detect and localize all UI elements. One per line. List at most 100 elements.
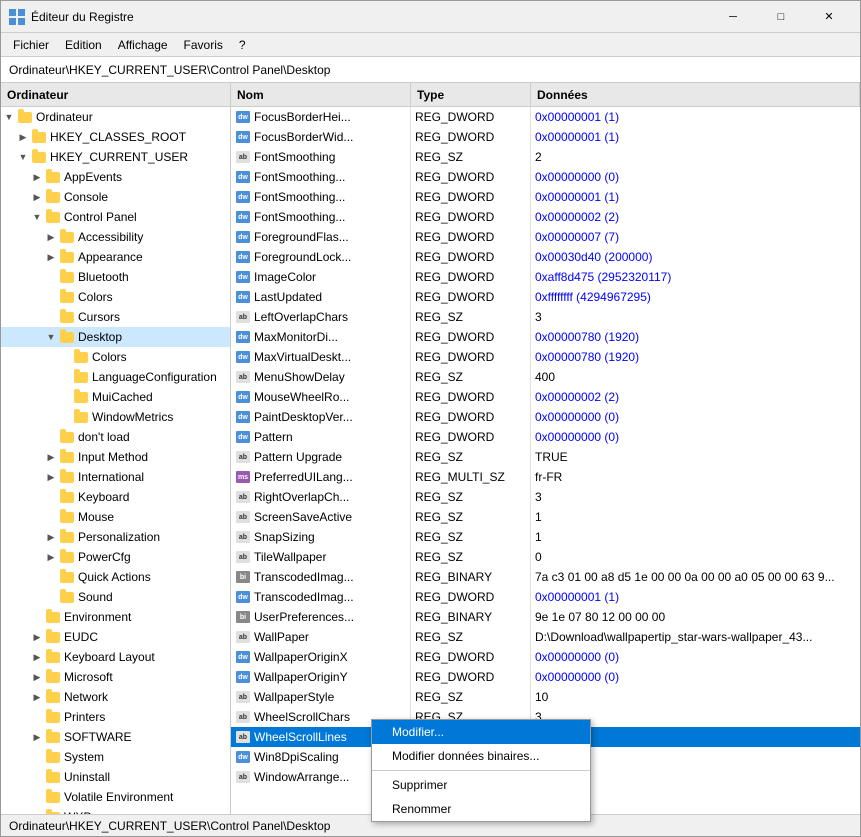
- col-header-type[interactable]: Type: [411, 83, 531, 106]
- minimize-button[interactable]: ─: [710, 1, 756, 33]
- tree-panel[interactable]: Ordinateur ▼Ordinateur▶HKEY_CLASSES_ROOT…: [1, 83, 231, 814]
- tree-expander-icon[interactable]: ▼: [29, 209, 45, 225]
- tree-expander-icon[interactable]: [57, 409, 73, 425]
- value-row[interactable]: ab WallpaperStyle REG_SZ 10: [231, 687, 860, 707]
- close-button[interactable]: ✕: [806, 1, 852, 33]
- tree-expander-icon[interactable]: [43, 489, 59, 505]
- tree-item[interactable]: ▶Accessibility: [1, 227, 230, 247]
- value-row[interactable]: dw WallpaperOriginY REG_DWORD 0x00000000…: [231, 667, 860, 687]
- context-menu-item[interactable]: Renommer: [372, 797, 590, 821]
- tree-item[interactable]: ▶AppEvents: [1, 167, 230, 187]
- value-row[interactable]: dw MouseWheelRo... REG_DWORD 0x00000002 …: [231, 387, 860, 407]
- tree-expander-icon[interactable]: [29, 609, 45, 625]
- tree-item[interactable]: MuiCached: [1, 387, 230, 407]
- tree-expander-icon[interactable]: [57, 349, 73, 365]
- tree-item[interactable]: ▶Microsoft: [1, 667, 230, 687]
- tree-item[interactable]: Sound: [1, 587, 230, 607]
- tree-expander-icon[interactable]: ▼: [1, 109, 17, 125]
- tree-item[interactable]: ▼HKEY_CURRENT_USER: [1, 147, 230, 167]
- tree-expander-icon[interactable]: ▶: [43, 549, 59, 565]
- tree-expander-icon[interactable]: [43, 509, 59, 525]
- value-row[interactable]: dw FontSmoothing... REG_DWORD 0x00000001…: [231, 187, 860, 207]
- tree-item[interactable]: WindowMetrics: [1, 407, 230, 427]
- tree-expander-icon[interactable]: ▶: [43, 469, 59, 485]
- tree-item[interactable]: ▼Control Panel: [1, 207, 230, 227]
- tree-item[interactable]: don't load: [1, 427, 230, 447]
- values-body[interactable]: dw FocusBorderHei... REG_DWORD 0x0000000…: [231, 107, 860, 814]
- tree-item[interactable]: ▶Appearance: [1, 247, 230, 267]
- tree-item[interactable]: ▶HKEY_CLASSES_ROOT: [1, 127, 230, 147]
- tree-expander-icon[interactable]: ▶: [29, 169, 45, 185]
- tree-expander-icon[interactable]: [29, 749, 45, 765]
- menu-fichier[interactable]: Fichier: [5, 36, 57, 54]
- tree-expander-icon[interactable]: ▶: [43, 229, 59, 245]
- value-row[interactable]: ab TileWallpaper REG_SZ 0: [231, 547, 860, 567]
- tree-item[interactable]: ▶Personalization: [1, 527, 230, 547]
- tree-item[interactable]: Quick Actions: [1, 567, 230, 587]
- value-row[interactable]: dw WallpaperOriginX REG_DWORD 0x00000000…: [231, 647, 860, 667]
- value-row[interactable]: dw LastUpdated REG_DWORD 0xffffffff (429…: [231, 287, 860, 307]
- tree-expander-icon[interactable]: [29, 709, 45, 725]
- tree-item[interactable]: ▶Console: [1, 187, 230, 207]
- tree-item[interactable]: ▶SOFTWARE: [1, 727, 230, 747]
- tree-item[interactable]: ▶International: [1, 467, 230, 487]
- value-row[interactable]: dw FontSmoothing... REG_DWORD 0x00000002…: [231, 207, 860, 227]
- value-row[interactable]: ab Pattern Upgrade REG_SZ TRUE: [231, 447, 860, 467]
- tree-expander-icon[interactable]: ▶: [29, 689, 45, 705]
- context-menu-item[interactable]: Modifier données binaires...: [372, 744, 590, 768]
- tree-expander-icon[interactable]: ▶: [43, 249, 59, 265]
- value-row[interactable]: bi UserPreferences... REG_BINARY 9e 1e 0…: [231, 607, 860, 627]
- value-row[interactable]: dw FocusBorderHei... REG_DWORD 0x0000000…: [231, 107, 860, 127]
- tree-item[interactable]: Colors: [1, 347, 230, 367]
- value-row[interactable]: dw Pattern REG_DWORD 0x00000000 (0): [231, 427, 860, 447]
- tree-item[interactable]: Printers: [1, 707, 230, 727]
- tree-expander-icon[interactable]: [57, 369, 73, 385]
- tree-item[interactable]: ▼Ordinateur: [1, 107, 230, 127]
- tree-expander-icon[interactable]: ▶: [29, 189, 45, 205]
- tree-item[interactable]: Uninstall: [1, 767, 230, 787]
- tree-item[interactable]: Mouse: [1, 507, 230, 527]
- value-row[interactable]: bi TranscodedImag... REG_BINARY 7a c3 01…: [231, 567, 860, 587]
- tree-expander-icon[interactable]: [29, 769, 45, 785]
- value-row[interactable]: ab RightOverlapCh... REG_SZ 3: [231, 487, 860, 507]
- value-row[interactable]: dw FocusBorderWid... REG_DWORD 0x0000000…: [231, 127, 860, 147]
- value-row[interactable]: ab SnapSizing REG_SZ 1: [231, 527, 860, 547]
- tree-item[interactable]: LanguageConfiguration: [1, 367, 230, 387]
- value-row[interactable]: dw TranscodedImag... REG_DWORD 0x0000000…: [231, 587, 860, 607]
- tree-expander-icon[interactable]: [43, 309, 59, 325]
- tree-expander-icon[interactable]: [43, 589, 59, 605]
- context-menu-item[interactable]: Modifier...: [372, 720, 590, 744]
- tree-item[interactable]: Colors: [1, 287, 230, 307]
- tree-expander-icon[interactable]: ▶: [29, 629, 45, 645]
- tree-expander-icon[interactable]: [29, 789, 45, 805]
- tree-item[interactable]: Keyboard: [1, 487, 230, 507]
- tree-item[interactable]: WXP: [1, 807, 230, 814]
- menu-affichage[interactable]: Affichage: [110, 36, 176, 54]
- value-row[interactable]: dw MaxVirtualDeskt... REG_DWORD 0x000007…: [231, 347, 860, 367]
- tree-item[interactable]: ▶EUDC: [1, 627, 230, 647]
- tree-expander-icon[interactable]: [43, 269, 59, 285]
- tree-item[interactable]: Volatile Environment: [1, 787, 230, 807]
- value-row[interactable]: ab FontSmoothing REG_SZ 2: [231, 147, 860, 167]
- col-header-nom[interactable]: Nom: [231, 83, 411, 106]
- value-row[interactable]: dw PaintDesktopVer... REG_DWORD 0x000000…: [231, 407, 860, 427]
- tree-item[interactable]: ▶Input Method: [1, 447, 230, 467]
- value-row[interactable]: ab ScreenSaveActive REG_SZ 1: [231, 507, 860, 527]
- tree-expander-icon[interactable]: ▶: [43, 449, 59, 465]
- maximize-button[interactable]: □: [758, 1, 804, 33]
- tree-expander-icon[interactable]: ▶: [43, 529, 59, 545]
- tree-expander-icon[interactable]: ▶: [15, 129, 31, 145]
- tree-item[interactable]: Cursors: [1, 307, 230, 327]
- tree-item[interactable]: ▶Network: [1, 687, 230, 707]
- value-row[interactable]: ab WallPaper REG_SZ D:\Download\wallpape…: [231, 627, 860, 647]
- tree-item[interactable]: Bluetooth: [1, 267, 230, 287]
- tree-expander-icon[interactable]: ▼: [43, 329, 59, 345]
- tree-expander-icon[interactable]: ▶: [29, 669, 45, 685]
- menu-edition[interactable]: Edition: [57, 36, 110, 54]
- col-header-donnees[interactable]: Données: [531, 83, 860, 106]
- context-menu-item[interactable]: Supprimer: [372, 773, 590, 797]
- tree-expander-icon[interactable]: ▼: [15, 149, 31, 165]
- value-row[interactable]: ab LeftOverlapChars REG_SZ 3: [231, 307, 860, 327]
- tree-expander-icon[interactable]: [43, 429, 59, 445]
- value-row[interactable]: ab MenuShowDelay REG_SZ 400: [231, 367, 860, 387]
